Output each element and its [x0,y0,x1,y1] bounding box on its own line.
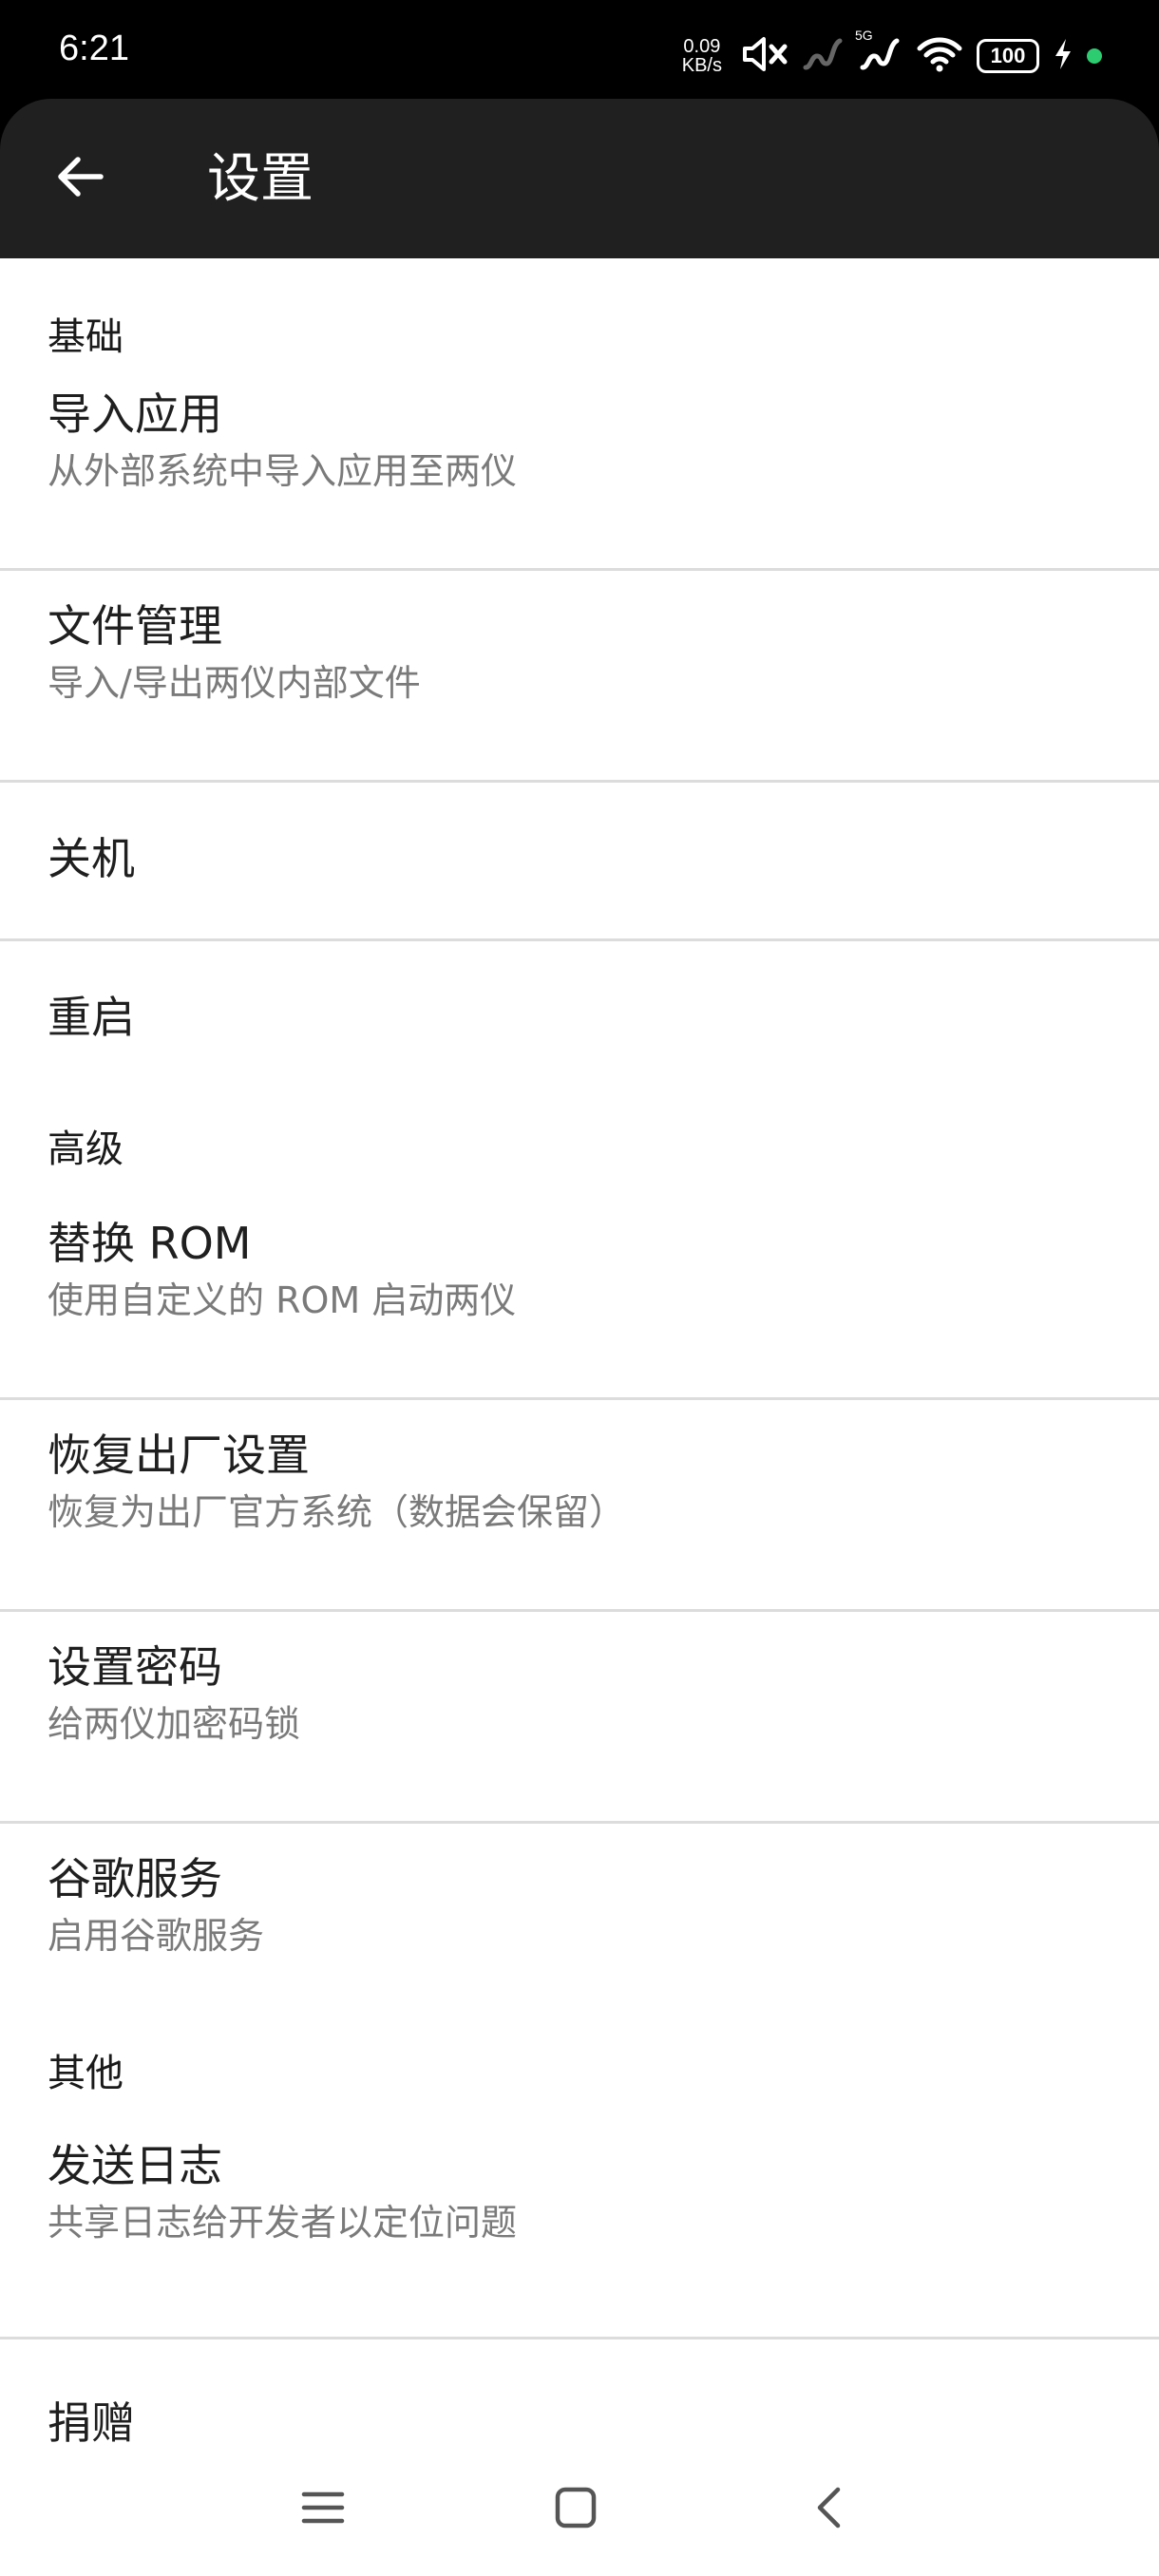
status-bar: 6:21 0.09 KB/s 5G 100 [0,0,1159,99]
net-speed-value: 0.09 [683,36,721,57]
list-item-import-app[interactable]: 导入应用 从外部系统中导入应用至两仪 [0,388,1159,568]
battery-icon: 100 [977,39,1039,73]
item-title: 捐赠 [48,2397,135,2449]
net-speed-unit: KB/s [681,55,722,76]
list-item-replace-rom[interactable]: 替换 ROM 使用自定义的 ROM 启动两仪 [0,1211,1159,1397]
list-item-factory-reset[interactable]: 恢复出厂设置 恢复为出厂官方系统（数据会保留） [0,1400,1159,1609]
list-item-send-log[interactable]: 发送日志 共享日志给开发者以定位问题 [0,2131,1159,2337]
item-title: 文件管理 [48,600,222,652]
item-title: 导入应用 [48,388,222,440]
charging-dot [1087,48,1102,64]
item-subtitle: 共享日志给开发者以定位问题 [48,2202,518,2244]
status-icons: 0.09 KB/s 5G 100 [682,28,1102,84]
cellular-signal-5g-icon: 5G [855,28,902,77]
wifi-icon [916,35,963,77]
list-item-reboot[interactable]: 重启 [0,941,1159,1097]
item-title: 设置密码 [48,1641,222,1693]
nav-back-button[interactable] [781,2462,876,2557]
section-header-advanced: 高级 [48,1127,124,1171]
list-item-set-password[interactable]: 设置密码 给两仪加密码锁 [0,1612,1159,1821]
cellular-signal-icon [802,35,846,77]
section-header-other: 其他 [48,2052,124,2095]
back-button[interactable] [42,141,118,217]
item-subtitle: 从外部系统中导入应用至两仪 [48,450,518,492]
item-subtitle: 给两仪加密码锁 [48,1703,301,1745]
menu-icon [301,2489,345,2530]
app-bar: 设置 [0,99,1159,258]
item-title: 谷歌服务 [48,1853,222,1904]
chevron-left-icon [814,2486,843,2533]
volume-mute-icon [741,35,788,77]
item-title: 恢复出厂设置 [48,1430,310,1481]
net-speed: 0.09 KB/s [682,37,722,75]
item-subtitle: 导入/导出两仪内部文件 [48,662,421,704]
status-time: 6:21 [59,28,129,68]
item-subtitle: 启用谷歌服务 [48,1915,265,1957]
section-header-basic: 基础 [48,315,124,359]
nav-recents-button[interactable] [276,2462,370,2557]
item-title: 关机 [48,833,135,884]
nav-home-button[interactable] [528,2462,623,2557]
item-title: 重启 [48,992,135,1043]
item-subtitle: 恢复为出厂官方系统（数据会保留） [48,1491,626,1533]
battery-level: 100 [990,44,1026,67]
item-subtitle: 使用自定义的 ROM 启动两仪 [48,1279,517,1321]
item-title: 发送日志 [48,2140,222,2191]
arrow-left-icon [53,150,106,207]
lightning-icon [1053,37,1074,75]
list-item-file-management[interactable]: 文件管理 导入/导出两仪内部文件 [0,571,1159,780]
network-type-label: 5G [855,28,873,43]
item-title: 替换 ROM [48,1218,252,1269]
list-item-shutdown[interactable]: 关机 [0,783,1159,938]
page-title: 设置 [207,148,314,210]
settings-list: 基础 导入应用 从外部系统中导入应用至两仪 文件管理 导入/导出两仪内部文件 关… [0,258,1159,2495]
navigation-bar [0,2445,1159,2576]
square-icon [555,2487,597,2532]
list-item-google-services[interactable]: 谷歌服务 启用谷歌服务 [0,1824,1159,2033]
